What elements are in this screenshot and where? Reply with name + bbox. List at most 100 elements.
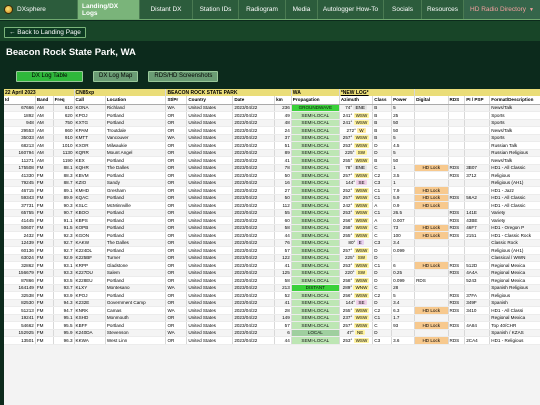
- nav-item-socials[interactable]: Socials: [383, 0, 421, 19]
- cell-location: Portland: [105, 194, 167, 202]
- cell-pi: 43BE: [464, 216, 491, 225]
- column-header-rds[interactable]: RDS: [448, 96, 466, 105]
- table-row[interactable]: 164149 FM 93.7 KLXY Montesano WA United States…: [4, 284, 540, 292]
- table-row[interactable]: 51213 FM 94.7 KNRK Camas WA United States 2023/…: [4, 306, 540, 315]
- cell-country: United States: [186, 186, 234, 195]
- cell-location: Portland: [105, 276, 167, 285]
- cell-digital: [414, 269, 449, 277]
- table-row[interactable]: 156679 FM 93.3 K227DU Salem OR United States 20…: [4, 269, 540, 277]
- table-row[interactable]: 60136 FM 92.7 K224DL Portland OR United States…: [4, 246, 540, 255]
- nav-item-resources[interactable]: Resources: [421, 0, 463, 19]
- table-row[interactable]: 82530 FM 94.3 K232E Government Camp OR United …: [4, 299, 540, 307]
- table-row[interactable]: 87866 FM 93.5 K228EU Portland OR United States…: [4, 276, 540, 285]
- table-row[interactable]: 54662 FM 95.5 KBFF Portland OR United States 20…: [4, 321, 540, 330]
- table-row[interactable]: 152925 FM 95.9 K240DA Stevenson WA United Stat…: [4, 329, 540, 337]
- cell-country: United States: [186, 164, 234, 172]
- log-info-row: 22 April 2023 CN85xp BEACON ROCK STATE P…: [4, 89, 540, 96]
- table-row[interactable]: 65755 FM 90.7 KBOO Portland OR United States 20…: [4, 209, 540, 217]
- column-header-country[interactable]: Country: [186, 96, 234, 105]
- cell-id: 13501: [4, 336, 36, 345]
- table-row[interactable]: 1892 AM 620 KPOJ Portland OR United States 2023…: [4, 111, 540, 120]
- cell-state: WA: [165, 134, 188, 142]
- azimuth-degrees: 272°: [346, 127, 358, 133]
- table-row[interactable]: 41445 FM 91.1 KBPS Portland OR United States 20…: [4, 216, 540, 225]
- cell-pi: [464, 179, 491, 187]
- table-row[interactable]: 35033 AM 910 KMTT Vancouver WA United States 20…: [4, 134, 540, 142]
- nav-item-station-ids[interactable]: Station IDs: [192, 0, 238, 19]
- tab-rds-hd-screenshots[interactable]: RDS/HD Screenshots: [148, 70, 219, 82]
- cell-power: 28: [391, 284, 416, 292]
- cell-digital: [414, 314, 449, 322]
- cell-propagation: SEMI-LOCAL: [291, 276, 340, 285]
- cell-format: HD1 - All Classic: [489, 194, 540, 202]
- nav-item-landing-dx-logs[interactable]: Landing/DX Logs: [77, 0, 139, 19]
- column-header-location[interactable]: Location: [105, 96, 167, 105]
- cell-propagation: DISTANT: [291, 284, 340, 292]
- table-row[interactable]: 37731 FM 90.3 KSLC McMinnville OR United State…: [4, 201, 540, 210]
- table-row[interactable]: 2432 FM 92.3 KGON Portland OR United States 202…: [4, 231, 540, 240]
- column-header-id[interactable]: Id: [4, 96, 36, 105]
- table-row[interactable]: 79245 FM 88.7 KZIO Sandy OR United States 2023/…: [4, 179, 540, 187]
- table-row[interactable]: 13501 FM 96.3 KKWA West Linn OR United States 2…: [4, 336, 540, 345]
- top-nav: DXsphere Landing/DX Logs Distant DX Statio…: [0, 0, 540, 20]
- cell-propagation: SEMI-LOCAL: [291, 231, 340, 240]
- table-row[interactable]: 175508 FM 88.1 KQHR The Dalles OR United State…: [4, 164, 540, 172]
- cell-freq: 91.1: [53, 216, 75, 225]
- cell-azimuth: 80° E: [339, 239, 374, 247]
- cell-power: 50: [391, 156, 416, 165]
- column-header-st-pr[interactable]: St/Pr: [165, 96, 188, 105]
- azimuth-direction-badge: SE: [356, 180, 367, 186]
- table-row[interactable]: 63024 FM 92.9 K225BF Turner OR United States 20…: [4, 254, 540, 262]
- table-row[interactable]: 11271 AM 1190 KEX Portland OR United States 202…: [4, 156, 540, 165]
- azimuth-degrees: 253°: [342, 262, 354, 268]
- cell-freq: 1010: [53, 141, 75, 150]
- table-row[interactable]: 29553 AM 860 KPAM Troutdale OR United States 20…: [4, 126, 540, 135]
- nav-item-media[interactable]: Media: [285, 0, 317, 19]
- cell-location: Portland: [105, 216, 167, 225]
- cell-format: News/Talk: [489, 104, 540, 112]
- brand[interactable]: DXsphere: [0, 0, 77, 19]
- column-header-azimuth[interactable]: Azimuth: [339, 96, 374, 105]
- column-header-digital[interactable]: Digital: [414, 96, 449, 105]
- tab-dx-log-table[interactable]: DX Log Table: [16, 70, 83, 82]
- back-to-landing-button[interactable]: ← Back to Landing Page: [4, 27, 86, 38]
- cell-azimuth: 253° WSW: [339, 141, 374, 150]
- azimuth-degrees: 47°: [346, 330, 355, 336]
- table-row[interactable]: 32862 FM 93.1 KRPP Gladstone OR United States 2…: [4, 261, 540, 270]
- tab-dx-log-map[interactable]: DX Log Map: [93, 70, 139, 82]
- table-row[interactable]: 160794 AM 1130 KQRR Mount Angel OR United Stat…: [4, 149, 540, 157]
- table-row[interactable]: 67666 AM 610 KONA Richland WA United States 202…: [4, 104, 540, 112]
- nav-item-hd-radio-directory[interactable]: HD Radio Directory ▼: [463, 0, 540, 19]
- nav-item-autologger-how-to[interactable]: Autologger How-To: [317, 0, 383, 19]
- column-header-power[interactable]: Power: [391, 96, 416, 105]
- table-row[interactable]: 32538 FM 93.9 KPOJ Portland OR United States 20…: [4, 291, 540, 300]
- cell-band: FM: [35, 186, 54, 195]
- table-row[interactable]: 59343 FM 89.9 KQAC Portland OR United States 20…: [4, 194, 540, 202]
- column-header-date[interactable]: Date: [232, 96, 276, 105]
- cell-location: Gresham: [105, 186, 167, 195]
- column-header-km[interactable]: km: [274, 96, 292, 105]
- column-header-call[interactable]: Call: [74, 96, 106, 105]
- column-header-propagation[interactable]: Propagation: [291, 96, 340, 105]
- column-header-band[interactable]: Band: [35, 96, 54, 105]
- column-header-freq[interactable]: Freq: [53, 96, 75, 105]
- cell-azimuth: 144° SE: [339, 179, 374, 187]
- cell-call: KBVM: [74, 171, 106, 180]
- nav-item-radiogram[interactable]: Radiogram: [238, 0, 285, 19]
- table-row[interactable]: 46715 FM 89.1 KMHD Gresham OR United States 202…: [4, 186, 540, 195]
- cell-location: Portland: [105, 209, 167, 217]
- table-row[interactable]: 41330 FM 88.3 KBVM Portland OR United States 20…: [4, 171, 540, 180]
- table-row[interactable]: 50607 FM 91.5 KOPB Portland OR United States 20…: [4, 224, 540, 232]
- nav-item-distant-dx[interactable]: Distant DX: [139, 0, 192, 19]
- table-row[interactable]: 68213 AM 1010 KXOR Milwaukie OR United States 2…: [4, 141, 540, 150]
- cell-km: 41: [274, 261, 292, 270]
- column-header-class[interactable]: Class: [372, 96, 393, 105]
- cell-propagation: SEMI-LOCAL: [291, 261, 340, 270]
- cell-km: 41: [274, 299, 292, 307]
- cell-id: 35033: [4, 134, 36, 142]
- table-row[interactable]: 12439 FM 92.7 KAKW The Dalles OR United States…: [4, 239, 540, 247]
- column-header-format-description[interactable]: Format/Description: [489, 96, 540, 105]
- table-row[interactable]: 948 AM 750 KXTG Portland OR United States 2023/…: [4, 119, 540, 127]
- column-header-pi-psp[interactable]: PI / PSP: [464, 96, 491, 105]
- table-row[interactable]: 19241 FM 95.1 KSHD Monmouth OR United States 20…: [4, 314, 540, 322]
